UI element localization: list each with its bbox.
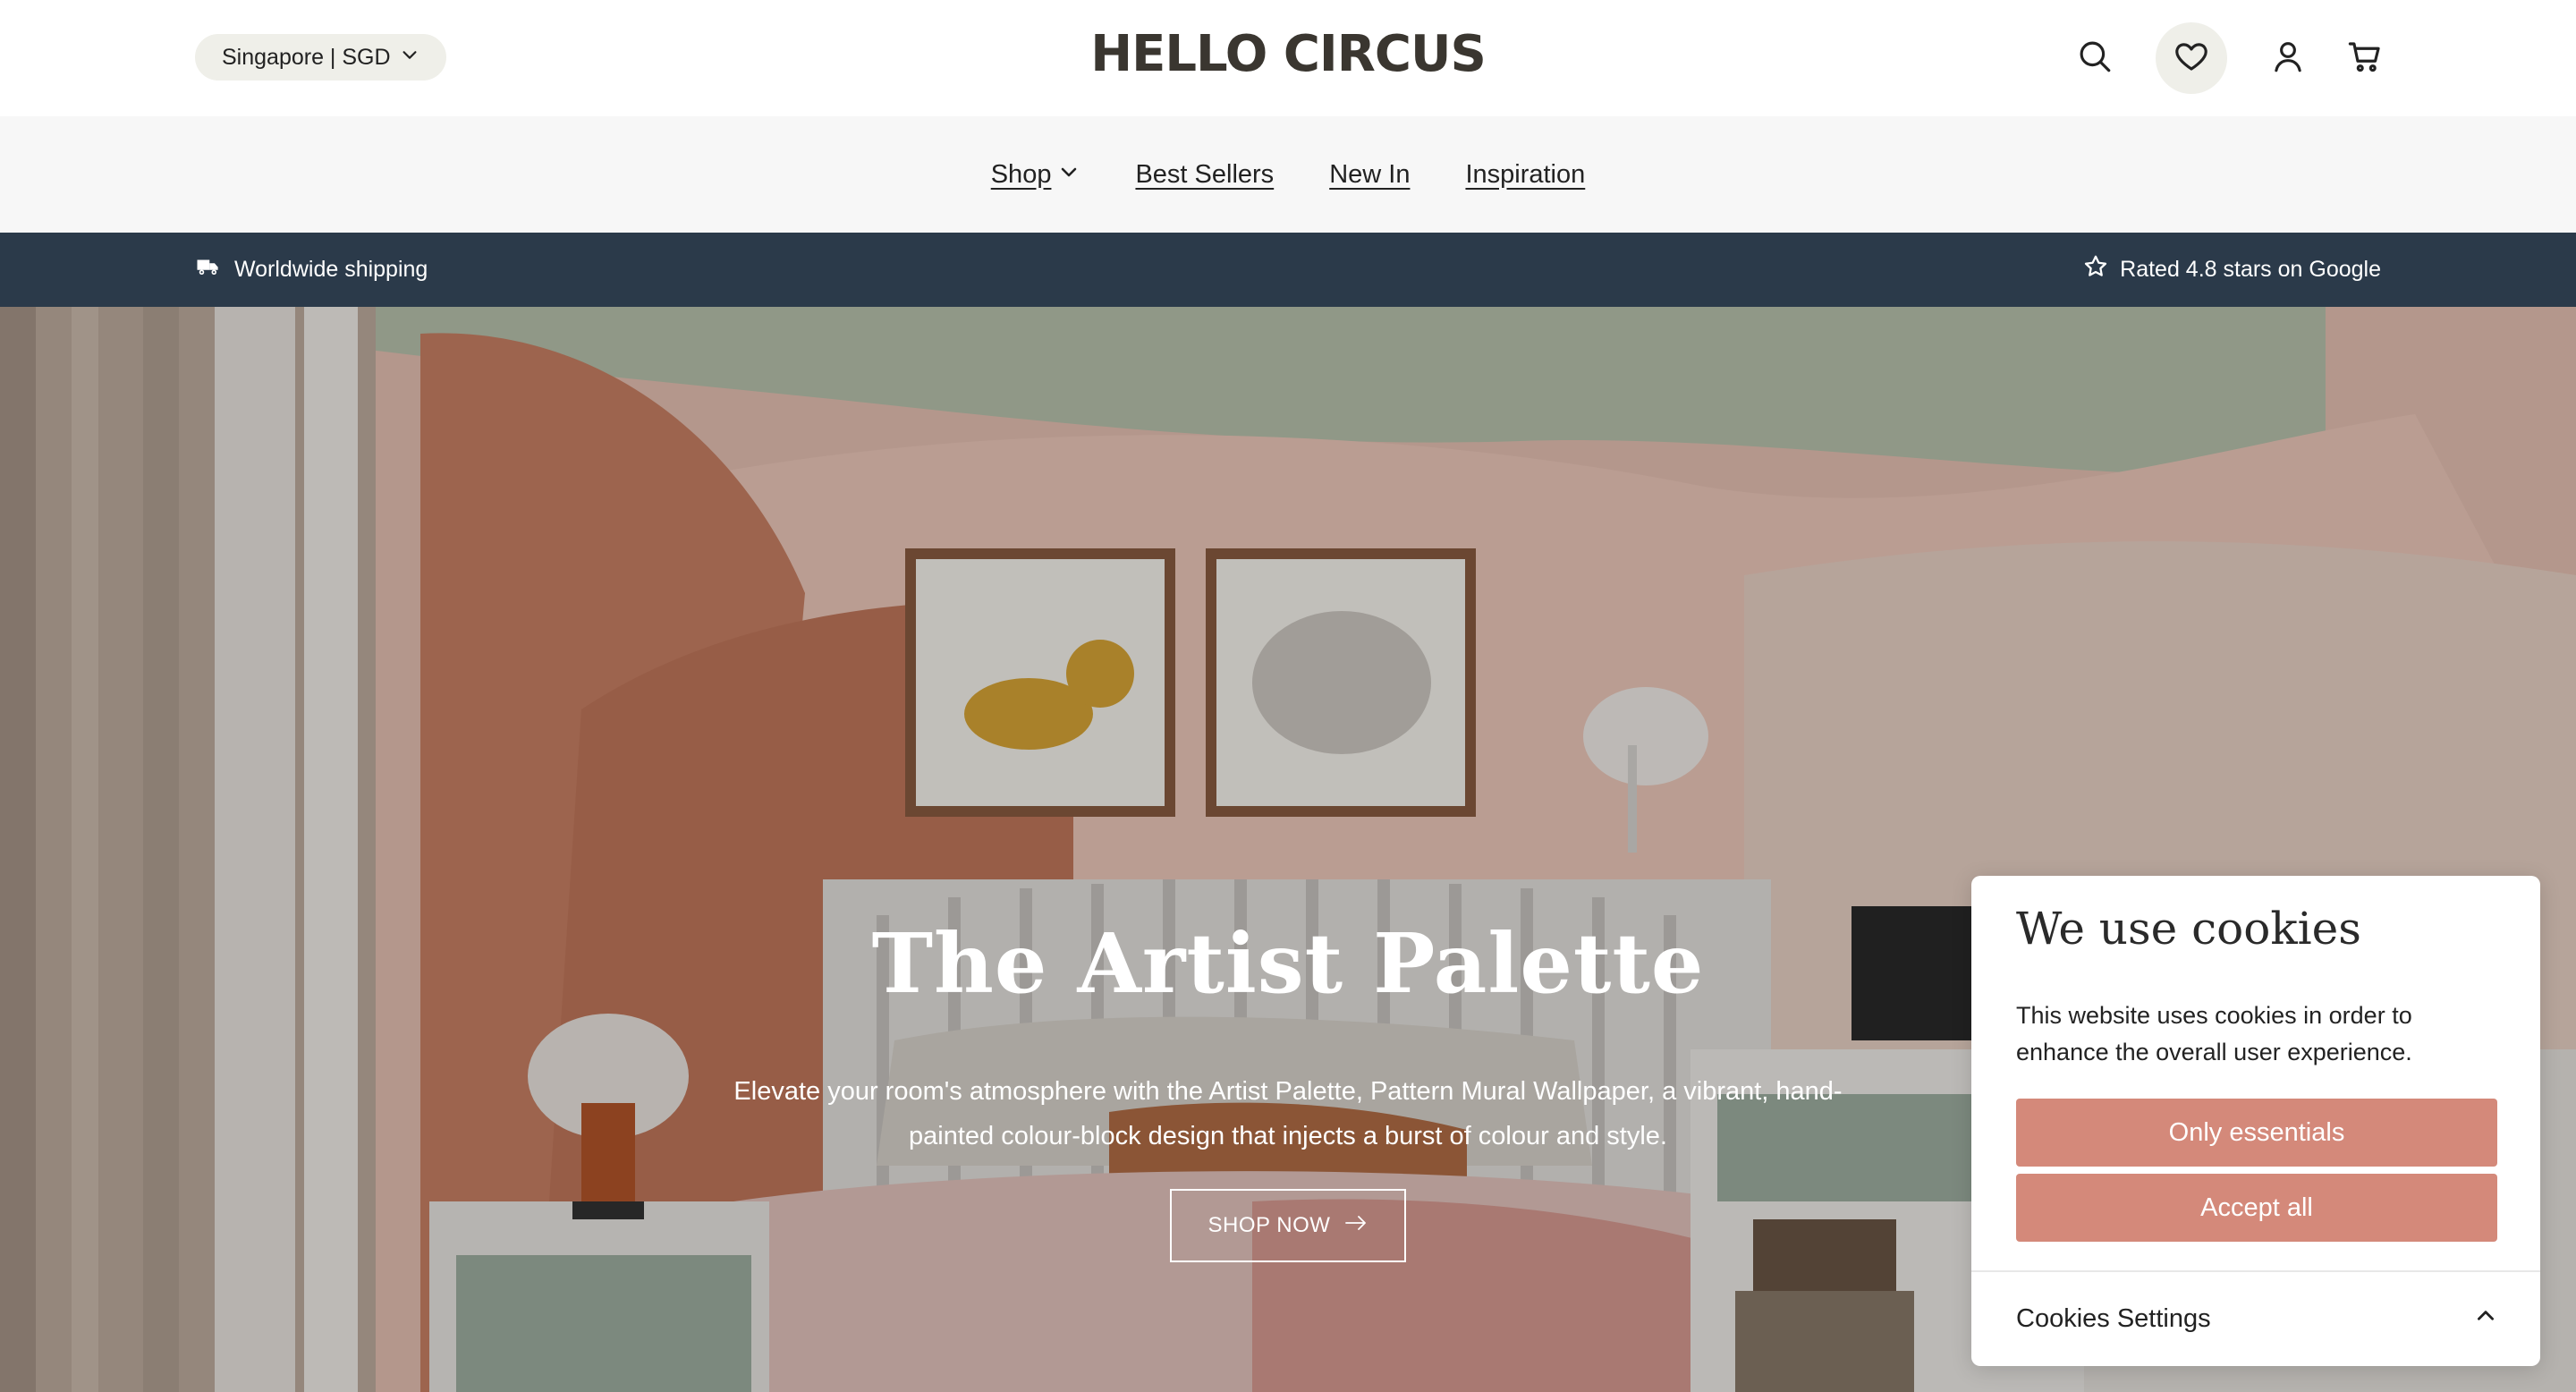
chevron-down-icon [1058,160,1080,190]
user-icon [2269,38,2307,80]
rating-text: Rated 4.8 stars on Google [2120,257,2381,282]
nav-item-label: Shop [990,159,1052,189]
arrow-right-icon [1344,1213,1368,1238]
shop-now-label: SHOP NOW [1208,1213,1331,1237]
only-essentials-button[interactable]: Only essentials [2016,1099,2497,1167]
region-currency-selector[interactable]: Singapore | SGD [195,34,446,81]
nav-item-inspiration[interactable]: Inspiration [1465,160,1585,190]
rating-notice: Rated 4.8 stars on Google [2082,233,2381,307]
nav-item-best-sellers[interactable]: Best Sellers [1135,160,1274,190]
announcement-bar: Worldwide shipping Rated 4.8 stars on Go… [0,233,2576,307]
truck-icon [195,253,222,286]
chevron-up-icon [2474,1304,2497,1335]
cart-icon [2346,38,2384,80]
nav-item-shop[interactable]: Shop [991,160,1080,190]
search-icon [2076,38,2114,80]
shop-now-button[interactable]: SHOP NOW [1170,1189,1406,1262]
cookies-settings-label: Cookies Settings [2016,1304,2211,1333]
account-button[interactable] [2252,22,2324,94]
cookies-settings-toggle[interactable]: Cookies Settings [2016,1272,2497,1366]
star-icon [2082,253,2109,286]
main-nav: Shop Best Sellers New In Inspiration [0,116,2576,233]
nav-item-new-in[interactable]: New In [1329,160,1410,190]
accept-all-button[interactable]: Accept all [2016,1174,2497,1242]
chevron-down-icon [400,45,419,71]
region-label: Singapore | SGD [222,44,391,70]
site-header: Singapore | SGD HELLO CIRCUS [0,0,2576,116]
cookie-consent-panel: We use cookies This website uses cookies… [1971,876,2540,1366]
cookie-description: This website uses cookies in order to en… [2016,1002,2412,1065]
cart-button[interactable] [2329,22,2401,94]
shipping-notice: Worldwide shipping [195,233,428,307]
wishlist-button[interactable] [2156,22,2227,94]
shipping-text: Worldwide shipping [234,257,428,282]
cookie-title: We use cookies [2016,903,2361,955]
hero-subtitle: Elevate your room's atmosphere with the … [733,1077,1843,1150]
heart-icon [2173,38,2210,80]
search-button[interactable] [2059,22,2131,94]
